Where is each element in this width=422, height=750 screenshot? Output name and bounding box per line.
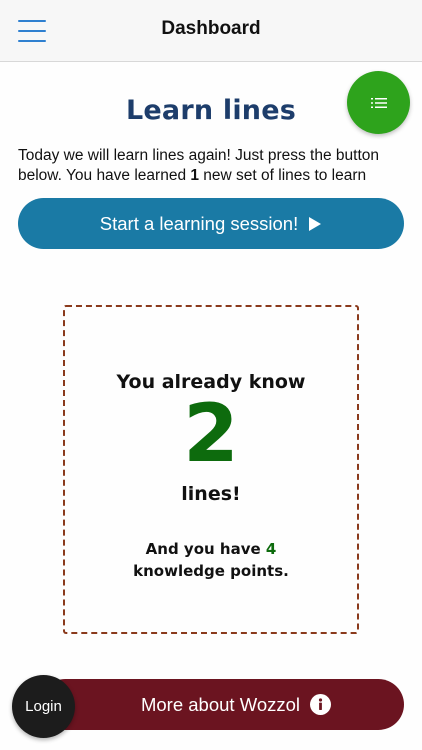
top-bar: Dashboard [0, 0, 422, 62]
login-label: Login [25, 698, 62, 715]
lines-known-count: 2 [183, 387, 239, 480]
lines-label: lines! [181, 483, 241, 505]
knowledge-summary-box: You already know 2 lines! And you have 4… [63, 305, 359, 634]
login-button[interactable]: Login [12, 675, 75, 738]
new-sets-count: 1 [190, 167, 199, 184]
intro-text-end: new set of lines to learn [199, 167, 367, 184]
play-icon [309, 216, 322, 231]
section-heading: Learn lines [126, 95, 296, 126]
points-prefix: And you have [145, 540, 266, 558]
start-button-label: Start a learning session! [99, 212, 299, 234]
knowledge-points-count: 4 [265, 540, 277, 558]
app-screen: Dashboard Learn lines Today we will lear… [0, 0, 422, 750]
intro-text: Today we will learn lines again! Just pr… [18, 146, 398, 186]
page-title: Dashboard [161, 18, 261, 39]
start-learning-session-button[interactable]: Start a learning session! [18, 198, 404, 249]
knowledge-points-text: And you have 4 knowledge points. [65, 538, 357, 582]
points-suffix: knowledge points. [133, 562, 289, 580]
more-button-label: More about Wozzol [140, 693, 301, 715]
info-icon [310, 694, 332, 715]
more-about-button[interactable]: More about Wozzol [40, 679, 404, 730]
menu-line [18, 40, 46, 42]
